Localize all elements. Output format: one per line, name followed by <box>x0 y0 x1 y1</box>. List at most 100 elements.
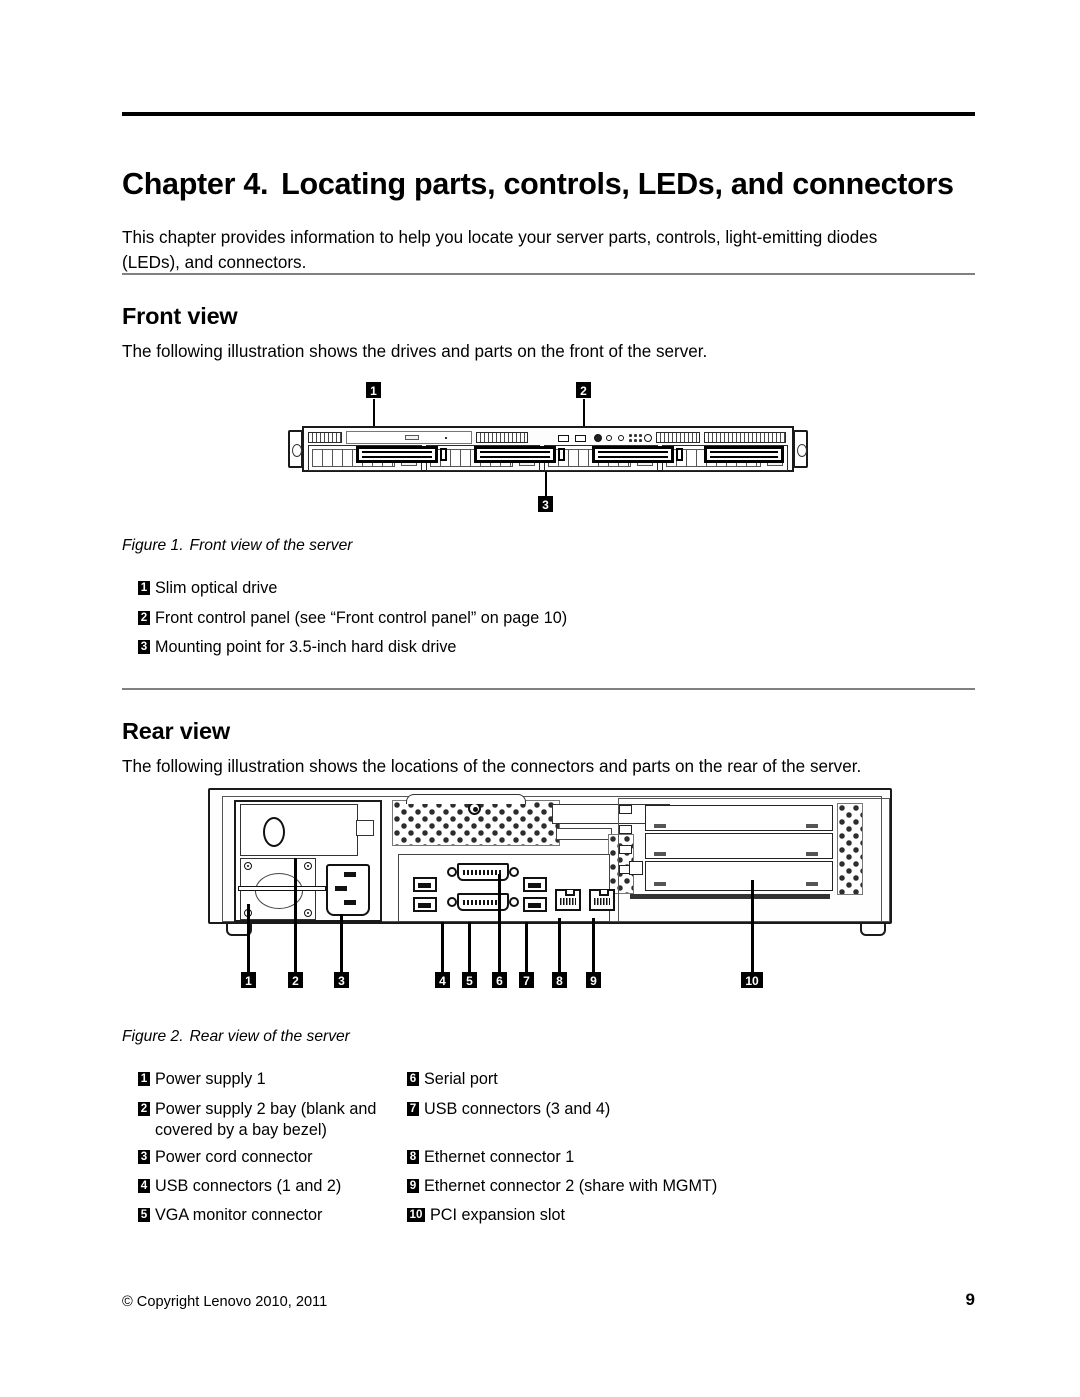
rear-legend-item-3: 3 Power cord connector <box>138 1147 398 1168</box>
rear-leader-5 <box>468 922 471 972</box>
serial-port-pins <box>463 870 503 875</box>
rear-leader-7 <box>525 922 528 972</box>
rear-legend-item-9: 9 Ethernet connector 2 (share with MGMT) <box>407 1176 827 1197</box>
iec-pin-top <box>344 872 356 877</box>
rear-legend-label-7: USB connectors (3 and 4) <box>424 1100 611 1118</box>
locator-button[interactable] <box>618 435 624 441</box>
power-button[interactable] <box>594 434 602 442</box>
rack-ear-left <box>288 430 303 468</box>
rear-legend-label-8: Ethernet connector 1 <box>424 1148 575 1166</box>
front-usb-connector-a <box>558 435 569 442</box>
front-legend-label-1: Slim optical drive <box>155 579 278 597</box>
rear-legend-item-7: 7 USB connectors (3 and 4) <box>407 1099 827 1120</box>
rear-section-rule <box>122 688 975 690</box>
ethernet-connector-1[interactable] <box>555 889 581 911</box>
rear-view-figure: 1 2 3 4 5 6 7 8 9 10 <box>200 786 900 1001</box>
power-supply-handle-oval <box>263 817 285 847</box>
vga-screw-right <box>509 897 519 907</box>
card-guide-3 <box>619 845 632 854</box>
rear-view-body-text: The following illustration shows the loc… <box>122 757 862 777</box>
front-vent-right <box>704 432 786 443</box>
rear-legend-callout-1: 1 <box>138 1072 150 1086</box>
drive-release-handle-2[interactable] <box>474 446 556 463</box>
front-diagram-callout-2: 2 <box>576 382 591 398</box>
front-diagram-callout-1: 1 <box>366 382 381 398</box>
vga-monitor-connector[interactable] <box>457 893 509 911</box>
rear-diagram-callout-8: 8 <box>552 972 567 988</box>
riser-retention-latch[interactable] <box>629 861 643 875</box>
rear-legend-item-6: 6 Serial port <box>407 1069 827 1090</box>
rear-legend-item-4: 4 USB connectors (1 and 2) <box>138 1176 398 1197</box>
rear-legend-label-4: USB connectors (1 and 2) <box>155 1177 342 1195</box>
front-legend-callout-1: 1 <box>138 581 150 595</box>
rack-ear-right <box>793 430 808 468</box>
front-vent-mid-right <box>656 432 700 443</box>
optical-drive-led <box>445 437 447 439</box>
front-legend-label-3: Mounting point for 3.5-inch hard disk dr… <box>155 638 457 656</box>
rear-legend-label-10: PCI expansion slot <box>430 1206 565 1224</box>
ethernet-2-tab <box>599 890 609 896</box>
power-supply-upper-shell <box>240 804 358 856</box>
serial-port[interactable] <box>457 863 509 881</box>
usb-connector-1[interactable] <box>413 877 437 892</box>
ethernet-1-contacts <box>560 898 576 905</box>
rear-leader-8 <box>558 918 561 972</box>
front-legend-item-3: 3 Mounting point for 3.5-inch hard disk … <box>138 637 898 658</box>
rear-leader-10 <box>751 880 754 972</box>
rear-legend-callout-7: 7 <box>407 1102 419 1116</box>
top-cover-handle <box>406 794 526 804</box>
rear-leader-2 <box>294 858 297 972</box>
rear-foot-right <box>860 924 886 936</box>
front-legend-label-2: Front control panel (see “Front control … <box>155 609 568 627</box>
drive-release-handle-4[interactable] <box>704 446 784 463</box>
front-diagram-callout-3: 3 <box>538 496 553 512</box>
rear-leader-9 <box>592 918 595 972</box>
status-led-5 <box>634 439 637 442</box>
usb-2-contact <box>418 903 431 908</box>
front-view-figure: 1 2 3 <box>288 382 808 517</box>
pci-expansion-slot[interactable] <box>645 861 833 891</box>
rear-legend-callout-8: 8 <box>407 1150 419 1164</box>
status-led-6 <box>639 439 642 442</box>
ethernet-connector-2[interactable] <box>589 889 615 911</box>
usb-connectors-3-and-4[interactable] <box>523 877 547 913</box>
pci-slot-2-tab-right <box>806 852 818 856</box>
optical-drive-eject <box>405 435 419 440</box>
power-supply-handle-bar[interactable] <box>238 886 326 891</box>
rear-diagram-callout-4: 4 <box>435 972 450 988</box>
riser-side-vent <box>837 803 863 895</box>
status-led-3 <box>639 434 642 437</box>
card-guide-1 <box>619 805 632 814</box>
psu-screw-tr <box>304 862 312 870</box>
rear-diagram-callout-1: 1 <box>241 972 256 988</box>
psu-screw-tl <box>244 862 252 870</box>
rear-leader-6 <box>498 874 501 972</box>
drive-handle-clip-3 <box>676 448 683 461</box>
rear-leader-1 <box>247 904 250 972</box>
drive-release-handle-3[interactable] <box>592 446 674 463</box>
page-title: Chapter 4. Locating parts, controls, LEDs… <box>122 168 982 202</box>
footer-page-number: 9 <box>965 1290 975 1309</box>
front-legend-item-2: 2 Front control panel (see “Front contro… <box>138 608 898 629</box>
usb-connector-3[interactable] <box>523 877 547 892</box>
reset-button[interactable] <box>606 435 612 441</box>
rack-ear-hole-right <box>797 444 807 457</box>
power-supply-1 <box>234 800 382 922</box>
power-supply-latch-tab <box>356 820 374 836</box>
drive-release-handle-1[interactable] <box>356 446 438 463</box>
front-legend-callout-3: 3 <box>138 640 150 654</box>
usb-connector-4[interactable] <box>523 897 547 912</box>
front-figure-caption: Figure 1. Front view of the server <box>122 537 352 555</box>
front-legend-item-1: 1 Slim optical drive <box>138 578 898 599</box>
front-chassis-body <box>302 426 794 472</box>
vga-connector-pins <box>463 900 503 905</box>
pci-slot-filler-1 <box>645 805 833 831</box>
usb-connectors-1-and-2[interactable] <box>413 877 437 913</box>
nmi-button[interactable] <box>644 434 652 442</box>
power-cord-connector[interactable] <box>326 864 370 916</box>
front-figure-caption-text: Front view of the server <box>189 537 353 554</box>
usb-connector-2[interactable] <box>413 897 437 912</box>
rear-legend-callout-5: 5 <box>138 1208 150 1222</box>
rear-figure-label: Figure 2. <box>122 1028 184 1045</box>
serial-port-screw-right <box>509 867 519 877</box>
